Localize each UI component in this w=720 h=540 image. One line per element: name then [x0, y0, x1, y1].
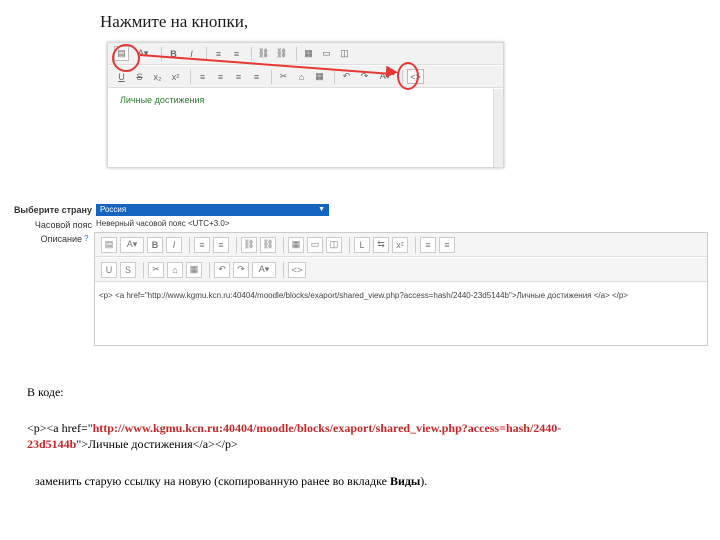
table-icon[interactable]: ▦ — [186, 261, 202, 278]
editor-toolbar-row-1: ▤ A▾ B I ≡ ≡ ⛓ ⛓ ▦ ▭ ◫ L ⇆ x² ≡ ≡ — [95, 233, 707, 257]
numbered-list-icon[interactable]: ≡ — [229, 46, 244, 61]
underline-icon[interactable]: L — [354, 236, 370, 253]
superscript-icon[interactable]: x² — [392, 236, 408, 253]
editor-toolbar-row-2: U S ✂ ⌂ ▦ ↶ ↷ A▾ <> — [95, 258, 707, 282]
strikethrough-icon[interactable]: ⇆ — [373, 236, 389, 253]
italic-icon[interactable]: I — [166, 236, 182, 253]
link-icon[interactable]: ⛓ — [241, 236, 257, 253]
timezone-label: Часовой пояс — [34, 220, 92, 230]
bullet-list-icon[interactable]: ≡ — [194, 236, 210, 253]
align-right-icon[interactable]: ≡ — [231, 69, 246, 84]
html-source-icon[interactable]: <> — [288, 261, 306, 278]
toolbar-toggle-icon[interactable]: ▤ — [101, 236, 117, 253]
accessibility-icon[interactable]: A▾ — [252, 261, 276, 278]
toolbar-separator — [161, 46, 162, 61]
redo-icon[interactable]: ↷ — [233, 261, 249, 278]
numbered-list-icon[interactable]: ≡ — [213, 236, 229, 253]
timezone-value: Неверный часовой пояс <UTC+3.0> — [96, 219, 230, 228]
file-icon[interactable]: ◫ — [337, 46, 352, 61]
instruction-suffix: ). — [420, 474, 428, 488]
description-editor: ▤ A▾ B I ≡ ≡ ⛓ ⛓ ▦ ▭ ◫ L ⇆ x² ≡ ≡ U S ✂ … — [94, 232, 708, 346]
style-dropdown-icon[interactable]: A▾ — [120, 236, 144, 253]
unlink-icon[interactable]: ⛓ — [260, 236, 276, 253]
align-right-icon[interactable]: U — [101, 261, 117, 278]
link-icon[interactable]: ⛓ — [256, 46, 271, 61]
instruction-prefix: заменить старую ссылку на новую (скопиро… — [35, 474, 390, 488]
page-heading: Нажмите на кнопки, — [100, 12, 249, 31]
bold-icon[interactable]: B — [147, 236, 163, 253]
editor-content-text[interactable]: Личные достижения — [120, 95, 204, 105]
help-icon[interactable]: ? — [84, 234, 88, 243]
editor-screenshot-1: ▤ A▾ B I ≡ ≡ ⛓ ⛓ ▦ ▭ ◫ U S x₂ x² ≡ ≡ ≡ ≡… — [107, 42, 504, 168]
code-url-part1: http://www.kgmu.kcn.ru:40404/moodle/bloc… — [92, 421, 562, 435]
clear-format-icon[interactable]: ✂ — [276, 69, 291, 84]
code-url-part2: 23d5144b — [27, 437, 77, 451]
toolbar-separator — [189, 236, 190, 253]
country-label: Выберите страну — [13, 205, 92, 215]
toolbar-separator — [296, 46, 297, 61]
special-char-icon[interactable]: ⌂ — [294, 69, 309, 84]
subscript-icon[interactable]: x₂ — [150, 69, 165, 84]
toolbar-separator — [236, 236, 237, 253]
toolbar-separator — [209, 261, 210, 278]
superscript-icon[interactable]: x² — [168, 69, 183, 84]
image-icon[interactable]: ▦ — [301, 46, 316, 61]
align-left-icon[interactable]: ≡ — [195, 69, 210, 84]
table-icon[interactable]: ▦ — [312, 69, 327, 84]
code-line-1: <p><a href="http://www.kgmu.kcn.ru:40404… — [27, 421, 561, 436]
toolbar-separator — [251, 46, 252, 61]
country-value: Россия — [100, 205, 127, 214]
special-char-icon[interactable]: ⌂ — [167, 261, 183, 278]
unlink-icon[interactable]: ⛓ — [274, 46, 289, 61]
annotation-arrow-head — [385, 65, 399, 79]
toolbar-separator — [283, 236, 284, 253]
code-prefix: <p><a href=" — [27, 421, 93, 435]
align-center-icon[interactable]: ≡ — [213, 69, 228, 84]
html-source-text[interactable]: <p> <a href="http://www.kgmu.kcn.ru:4040… — [99, 291, 628, 300]
toolbar-separator — [334, 69, 335, 84]
toolbar-separator — [143, 261, 144, 278]
file-icon[interactable]: ◫ — [326, 236, 342, 253]
toolbar-separator — [271, 69, 272, 84]
strikethrough-icon[interactable]: S — [132, 69, 147, 84]
align-justify-icon[interactable]: S — [120, 261, 136, 278]
toolbar-separator — [349, 236, 350, 253]
align-left-icon[interactable]: ≡ — [420, 236, 436, 253]
toolbar-separator — [190, 69, 191, 84]
media-icon[interactable]: ▭ — [307, 236, 323, 253]
country-select[interactable]: Россия ▼ — [96, 204, 329, 216]
clear-format-icon[interactable]: ✂ — [148, 261, 164, 278]
annotation-circle-html — [397, 62, 419, 90]
image-icon[interactable]: ▦ — [288, 236, 304, 253]
toolbar-row-2: U S x₂ x² ≡ ≡ ≡ ≡ ✂ ⌂ ▦ ↶ ↷ A▾ <> — [108, 66, 503, 88]
undo-icon[interactable]: ↶ — [214, 261, 230, 278]
code-line-2: 23d5144b">Личные достижения</a></p> — [27, 437, 238, 452]
toolbar-separator — [283, 261, 284, 278]
instruction-text: заменить старую ссылку на новую (скопиро… — [35, 474, 427, 489]
toolbar-row-1: ▤ A▾ B I ≡ ≡ ⛓ ⛓ ▦ ▭ ◫ — [108, 43, 503, 65]
description-label: Описание — [40, 234, 82, 244]
align-center-icon[interactable]: ≡ — [439, 236, 455, 253]
annotation-circle-toggle — [112, 44, 140, 72]
toolbar-separator — [415, 236, 416, 253]
chevron-down-icon: ▼ — [318, 206, 325, 213]
section-title: В коде: — [27, 385, 64, 399]
scrollbar[interactable] — [493, 89, 503, 167]
instruction-bold: Виды — [389, 474, 421, 488]
media-icon[interactable]: ▭ — [319, 46, 334, 61]
code-suffix: ">Личные достижения</a></p> — [76, 437, 238, 451]
align-justify-icon[interactable]: ≡ — [249, 69, 264, 84]
